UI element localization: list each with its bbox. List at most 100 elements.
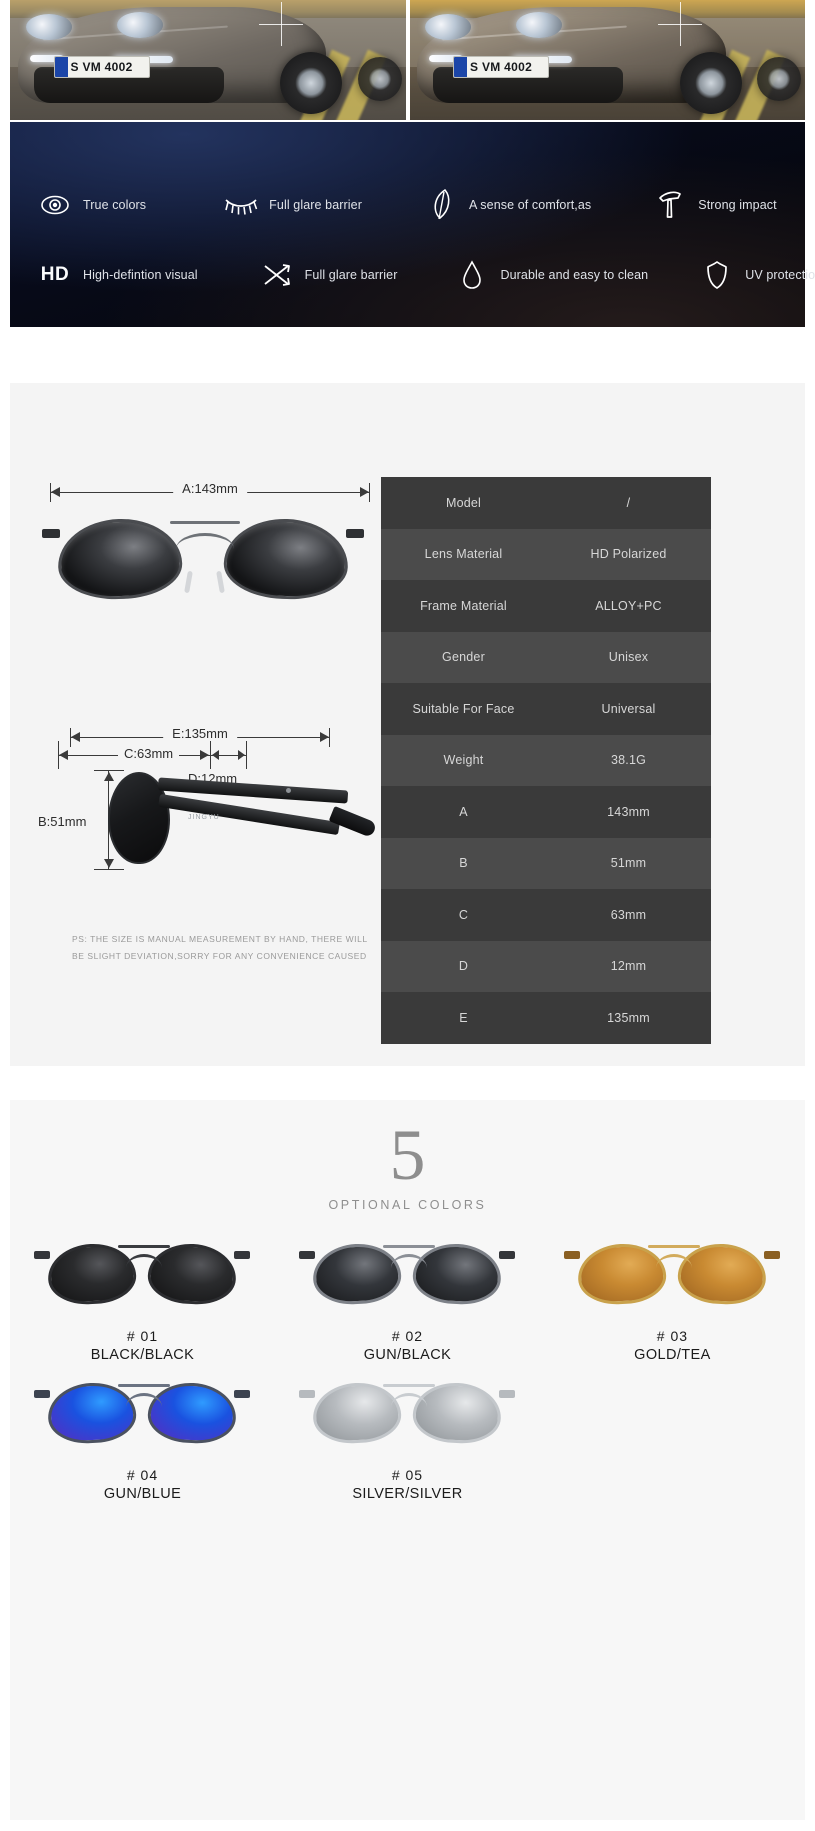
dimension-arrow-right [360, 487, 369, 497]
front-wheel [280, 52, 343, 114]
lens-left [56, 516, 184, 602]
license-plate-text: S VM 4002 [470, 60, 533, 75]
feature-label: Durable and easy to clean [500, 268, 649, 282]
sunglasses-thumbnail [299, 1241, 516, 1316]
lens-left [311, 1380, 403, 1446]
nose-bridge [176, 533, 234, 549]
feature-full-glare-barrier-2: Full glare barrier [260, 258, 398, 292]
color-count-number: 5 [389, 1115, 426, 1195]
eu-band-icon [454, 57, 467, 78]
spec-value: Universal [601, 701, 656, 716]
dimension-label-b: B:51mm [38, 814, 87, 829]
spec-key: Suitable For Face [412, 701, 515, 716]
dimension-tick-right [369, 483, 370, 502]
brow-bar [118, 1245, 171, 1248]
color-option-03[interactable]: # 03 GOLD/TEA [540, 1241, 805, 1363]
table-row: Frame Material ALLOY+PC [381, 580, 711, 632]
table-row: A 143mm [381, 786, 711, 838]
color-option-02[interactable]: # 02 GUN/BLACK [275, 1241, 540, 1363]
nose-pad-left [184, 570, 193, 594]
shuffle-arrows-icon [260, 258, 294, 292]
brow-bar [648, 1245, 701, 1248]
spec-key: Lens Material [424, 547, 503, 562]
hd-text-icon: HD [40, 264, 70, 285]
dimension-label-a: A:143mm [173, 481, 247, 496]
rear-wheel [757, 56, 802, 101]
spec-section: A:143mm C:63mm D:12mm E:135mm B:51mm JIN… [10, 383, 805, 1066]
temple-right [499, 1390, 516, 1398]
eyelash-icon [224, 188, 258, 222]
lens-left [46, 1380, 138, 1446]
sunglasses-side-illustration: B:51mm JINGYU [38, 762, 378, 872]
color-code: # 05 [391, 1467, 424, 1483]
color-code: # 04 [126, 1467, 159, 1483]
color-option-01[interactable]: # 01 BLACK/BLACK [10, 1241, 275, 1363]
dimension-line-e: E:135mm [70, 726, 330, 747]
optional-colors-caption: OPTIONAL COLORS [328, 1198, 487, 1212]
color-code: # 03 [656, 1328, 689, 1344]
spec-key: C [458, 907, 469, 922]
headlight-right-icon [116, 12, 163, 38]
color-option-04[interactable]: # 04 GUN/BLUE [10, 1380, 275, 1502]
lens-left [576, 1241, 668, 1307]
color-name: SILVER/SILVER [352, 1486, 463, 1502]
lens-right [222, 516, 350, 602]
color-code: # 02 [391, 1328, 424, 1344]
feature-uv-protection: UV protection [700, 258, 815, 292]
spec-value: / [626, 495, 631, 510]
features-row-2: HD High-defintion visual Full glare barr… [10, 240, 815, 310]
table-row: D 12mm [381, 940, 711, 992]
front-view-diagram: A:143mm [42, 481, 370, 607]
table-row: Lens Material HD Polarized [381, 528, 711, 580]
temple-right [234, 1390, 251, 1398]
spec-key: D [458, 959, 469, 974]
feature-label: Full glare barrier [269, 198, 362, 212]
color-name: GUN/BLUE [103, 1486, 182, 1502]
sunglasses-thumbnail [299, 1380, 516, 1455]
features-banner: True colors Full glare barrier A sense o… [10, 122, 815, 327]
lens-left [46, 1241, 138, 1307]
feather-icon [424, 188, 458, 222]
color-name: BLACK/BLACK [90, 1347, 195, 1363]
hinge-screw-icon [286, 788, 291, 793]
temple-right [234, 1251, 251, 1259]
color-option-05[interactable]: # 05 SILVER/SILVER [275, 1380, 540, 1502]
spec-value: 143mm [607, 804, 650, 819]
table-row: Weight 38.1G [381, 734, 711, 786]
color-code: # 01 [126, 1328, 159, 1344]
feature-hd-visual: HD High-defintion visual [38, 258, 198, 292]
table-row: Suitable For Face Universal [381, 683, 711, 735]
feature-label: UV protection [745, 268, 815, 282]
dimension-tick-right [329, 728, 330, 747]
spec-table: Model / Lens Material HD Polarized Frame… [381, 477, 711, 1044]
temple-left [42, 529, 60, 538]
brow-bar [383, 1384, 436, 1387]
feature-label: True colors [83, 198, 147, 212]
temple-left [299, 1251, 316, 1259]
dimension-arrow-left [59, 750, 68, 760]
dimension-label-e: E:135mm [163, 726, 237, 741]
car-photo-normal: S VM 4002 [10, 0, 406, 120]
temple-left [34, 1390, 51, 1398]
spec-value: 38.1G [610, 753, 647, 768]
temple-left [34, 1251, 51, 1259]
feature-label: A sense of comfort,as [468, 198, 592, 212]
eu-band-icon [54, 57, 68, 78]
sunglasses-thumbnail [34, 1241, 251, 1316]
car-photo-polarized: S VM 4002 [409, 0, 805, 120]
feature-strong-impact: Strong impact [653, 188, 777, 222]
rear-wheel [357, 56, 402, 101]
spec-key: Model [445, 495, 482, 510]
temple-right [346, 529, 364, 538]
spec-key: E [459, 1010, 468, 1025]
disclaimer-line-2: BE SLIGHT DEVIATION,SORRY FOR ANY CONVEN… [72, 951, 367, 961]
license-plate: S VM 4002 [453, 56, 549, 79]
lens-right [411, 1380, 503, 1446]
spec-key: A [459, 804, 468, 819]
brand-engraving: JINGYU [188, 814, 220, 821]
front-wheel [679, 52, 742, 114]
brow-bar [118, 1384, 171, 1387]
hammer-icon [653, 188, 687, 222]
spec-value: HD Polarized [590, 547, 667, 562]
feature-label: Strong impact [698, 198, 777, 212]
